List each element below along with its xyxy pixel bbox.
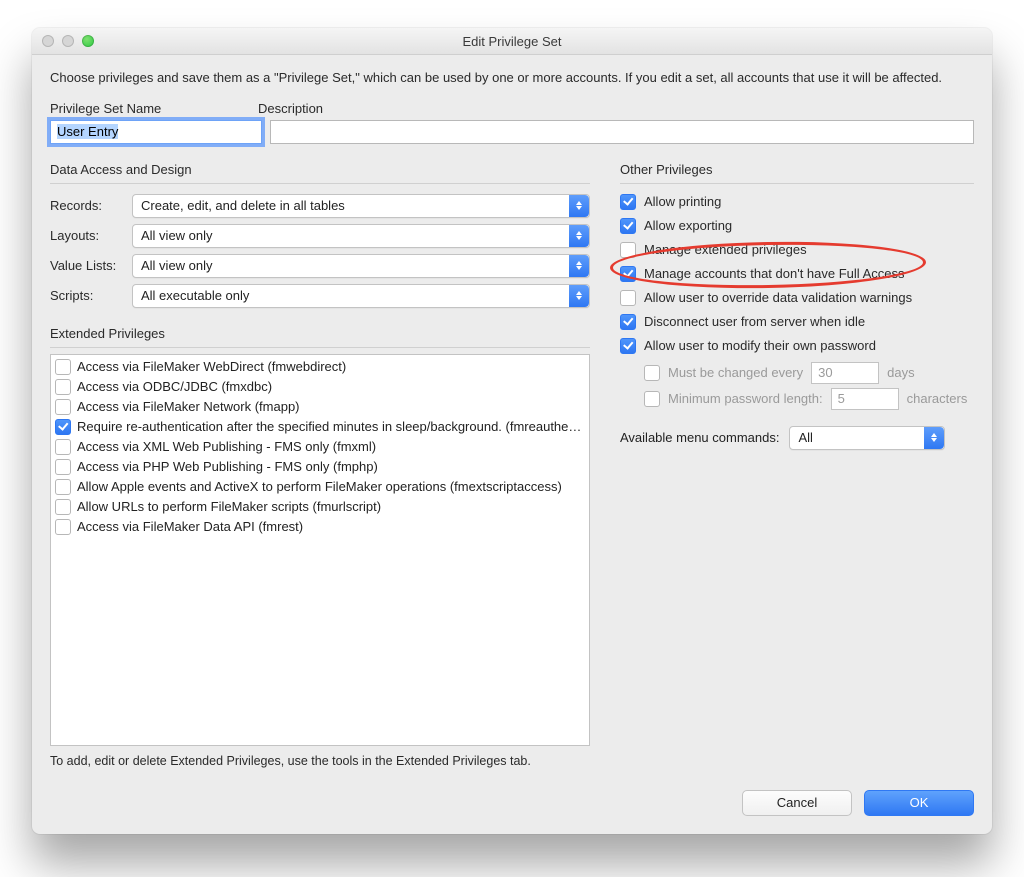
allow-override-validation-label: Allow user to override data validation w… [644,290,912,305]
ok-button[interactable]: OK [864,790,974,816]
available-menu-commands-value: All [798,430,812,445]
must-be-changed-checkbox[interactable] [644,365,660,381]
disconnect-when-idle-checkbox[interactable] [620,314,636,330]
extended-privilege-label: Require re-authentication after the spec… [77,419,581,434]
list-item[interactable]: Access via PHP Web Publishing - FMS only… [55,457,585,477]
days-label: days [887,365,914,380]
titlebar: Edit Privilege Set [32,28,992,55]
list-item[interactable]: Require re-authentication after the spec… [55,417,585,437]
chevron-updown-icon [569,285,589,307]
value-lists-label: Value Lists: [50,258,132,273]
disconnect-when-idle-label: Disconnect user from server when idle [644,314,865,329]
cancel-button[interactable]: Cancel [742,790,852,816]
records-label: Records: [50,198,132,213]
layouts-label: Layouts: [50,228,132,243]
extended-privilege-label: Access via FileMaker WebDirect (fmwebdir… [77,359,346,374]
layouts-select-value: All view only [141,228,213,243]
allow-exporting-label: Allow exporting [644,218,732,233]
extended-privileges-label: Extended Privileges [50,326,590,348]
characters-label: characters [907,391,968,406]
extended-privilege-label: Access via ODBC/JDBC (fmxdbc) [77,379,272,394]
list-item[interactable]: Allow URLs to perform FileMaker scripts … [55,497,585,517]
extended-privilege-label: Allow URLs to perform FileMaker scripts … [77,499,381,514]
list-item[interactable]: Access via FileMaker Data API (fmrest) [55,517,585,537]
chevron-updown-icon [924,427,944,449]
allow-override-validation-checkbox[interactable] [620,290,636,306]
must-be-changed-label: Must be changed every [668,365,803,380]
extended-privilege-checkbox[interactable] [55,399,71,415]
extended-privilege-label: Access via FileMaker Network (fmapp) [77,399,300,414]
extended-privilege-label: Access via PHP Web Publishing - FMS only… [77,459,378,474]
min-password-length-label: Minimum password length: [668,391,823,406]
zoom-icon[interactable] [82,35,94,47]
description-label: Description [258,101,323,116]
layouts-select[interactable]: All view only [132,224,590,248]
records-select-value: Create, edit, and delete in all tables [141,198,345,213]
must-be-changed-days-input[interactable] [811,362,879,384]
extended-privilege-checkbox[interactable] [55,419,71,435]
list-item[interactable]: Access via FileMaker Network (fmapp) [55,397,585,417]
extended-privilege-label: Allow Apple events and ActiveX to perfor… [77,479,562,494]
extended-privilege-checkbox[interactable] [55,359,71,375]
scripts-select-value: All executable only [141,288,249,303]
extended-privilege-checkbox[interactable] [55,499,71,515]
modify-own-password-checkbox[interactable] [620,338,636,354]
min-password-length-input[interactable] [831,388,899,410]
data-access-and-design-label: Data Access and Design [50,162,590,184]
manage-extended-privileges-label: Manage extended privileges [644,242,807,257]
allow-printing-checkbox[interactable] [620,194,636,210]
available-menu-commands-label: Available menu commands: [620,430,779,445]
list-item[interactable]: Access via ODBC/JDBC (fmxdbc) [55,377,585,397]
records-select[interactable]: Create, edit, and delete in all tables [132,194,590,218]
extended-privilege-label: Access via XML Web Publishing - FMS only… [77,439,376,454]
window-title: Edit Privilege Set [32,34,992,49]
value-lists-select[interactable]: All view only [132,254,590,278]
extended-privileges-list[interactable]: Access via FileMaker WebDirect (fmwebdir… [50,354,590,746]
manage-accounts-checkbox[interactable] [620,266,636,282]
edit-privilege-set-dialog: Edit Privilege Set Choose privileges and… [32,28,992,834]
extended-privileges-hint: To add, edit or delete Extended Privileg… [50,754,590,768]
extended-privilege-checkbox[interactable] [55,459,71,475]
minimize-icon[interactable] [62,35,74,47]
allow-exporting-checkbox[interactable] [620,218,636,234]
close-icon[interactable] [42,35,54,47]
scripts-select[interactable]: All executable only [132,284,590,308]
manage-extended-privileges-checkbox[interactable] [620,242,636,258]
privilege-set-name-label: Privilege Set Name [50,101,258,116]
allow-printing-label: Allow printing [644,194,721,209]
value-lists-select-value: All view only [141,258,213,273]
list-item[interactable]: Access via XML Web Publishing - FMS only… [55,437,585,457]
extended-privilege-checkbox[interactable] [55,379,71,395]
chevron-updown-icon [569,225,589,247]
chevron-updown-icon [569,195,589,217]
modify-own-password-label: Allow user to modify their own password [644,338,876,353]
extended-privilege-checkbox[interactable] [55,519,71,535]
extended-privilege-checkbox[interactable] [55,479,71,495]
scripts-label: Scripts: [50,288,132,303]
extended-privilege-label: Access via FileMaker Data API (fmrest) [77,519,303,534]
other-privileges-label: Other Privileges [620,162,974,184]
list-item[interactable]: Access via FileMaker WebDirect (fmwebdir… [55,357,585,377]
description-input[interactable] [270,120,974,144]
min-password-length-checkbox[interactable] [644,391,660,407]
available-menu-commands-select[interactable]: All [789,426,945,450]
chevron-updown-icon [569,255,589,277]
privilege-set-name-input[interactable] [50,120,262,144]
intro-text: Choose privileges and save them as a "Pr… [50,69,974,87]
extended-privilege-checkbox[interactable] [55,439,71,455]
manage-accounts-label: Manage accounts that don't have Full Acc… [644,266,904,281]
list-item[interactable]: Allow Apple events and ActiveX to perfor… [55,477,585,497]
